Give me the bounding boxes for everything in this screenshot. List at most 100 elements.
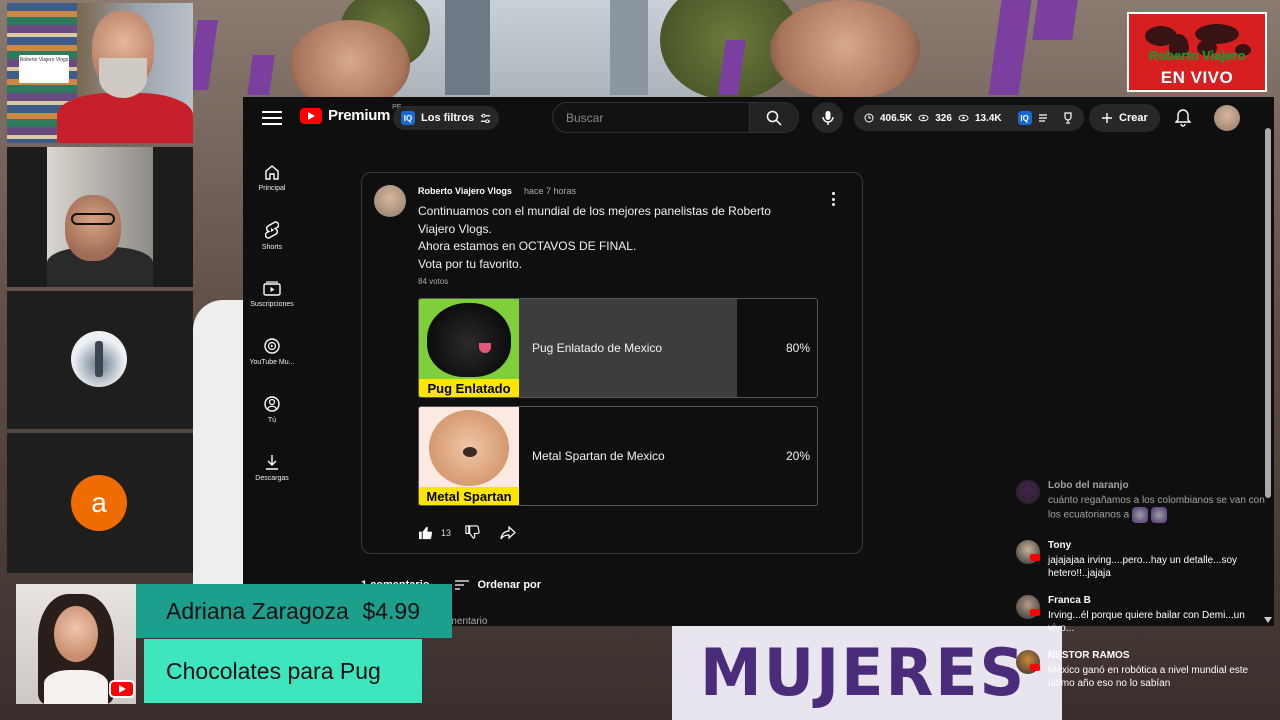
- sidebar-item-label: Descargas: [255, 475, 289, 482]
- webcam-guest-3: a: [7, 433, 193, 573]
- channel-stats: 406.5K 326 13.4K IQ: [854, 105, 1084, 131]
- chat-author: Franca B: [1048, 595, 1091, 606]
- sidebar-item-shorts[interactable]: Shorts: [243, 207, 301, 265]
- poll-image-caption: Metal Spartan: [419, 487, 519, 505]
- brand-name: Roberto Viajero: [1148, 48, 1246, 63]
- donation-amount: $4.99: [362, 597, 420, 624]
- stat-views: 406.5K: [880, 112, 913, 124]
- webcam-host: Roberto Viajero Vlogs: [7, 3, 193, 143]
- create-button[interactable]: Crear: [1089, 104, 1160, 132]
- chat-text: jajajajaa irving....pero...hay un detall…: [1048, 555, 1237, 579]
- extension-icon: IQ: [401, 111, 415, 125]
- eye-icon: [958, 114, 969, 122]
- chat-author: NESTOR RAMOS: [1048, 650, 1130, 661]
- filters-label: Los filtros: [421, 112, 475, 124]
- webcam-guest-1: [7, 147, 193, 287]
- chat-text: Irving...él porque quiere bailar con Dem…: [1048, 610, 1245, 634]
- poll-image-caption: Pug Enlatado: [419, 379, 519, 397]
- post-text-line: Viajero Vlogs.: [418, 221, 492, 236]
- sidebar-item-youtube-music[interactable]: YouTube Mu...: [243, 323, 301, 381]
- emoji-icon: [1151, 507, 1168, 523]
- post-text-line: Vota por tu favorito.: [418, 256, 523, 271]
- voice-search-button[interactable]: [812, 102, 843, 133]
- live-label: EN VIVO: [1160, 68, 1234, 87]
- subscriptions-icon: [263, 281, 281, 296]
- sidebar-item-home[interactable]: Principal: [243, 149, 301, 207]
- sort-button[interactable]: Ordenar por: [455, 579, 541, 591]
- webcam-guest-2: [7, 291, 193, 429]
- account-avatar[interactable]: [1214, 105, 1240, 131]
- poll-option-image: Pug Enlatado: [419, 299, 519, 397]
- chat-avatar: [1016, 480, 1040, 504]
- like-icon[interactable]: [418, 525, 433, 540]
- donation-header: Adriana Zaragoza $4.99: [136, 584, 452, 638]
- sort-icon: [455, 580, 470, 590]
- poll-option[interactable]: Metal Spartan Metal Spartan de Mexico 20…: [418, 406, 818, 506]
- download-icon: [266, 455, 278, 470]
- notifications-bell-icon[interactable]: [1173, 107, 1193, 129]
- search-icon: [766, 110, 782, 126]
- youtube-premium-logo[interactable]: Premium PE: [300, 104, 401, 124]
- post-author[interactable]: Roberto Viajero Vlogs: [418, 186, 512, 196]
- filters-extension-button[interactable]: IQ Los filtros: [393, 106, 500, 130]
- donation-message: Chocolates para Pug: [144, 639, 422, 703]
- poll-option-image: Metal Spartan: [419, 407, 519, 505]
- sidebar-item-label: Suscripciones: [250, 301, 294, 308]
- tune-icon: [481, 113, 491, 123]
- youtube-logo-icon: [109, 680, 135, 698]
- donor-name: Adriana Zaragoza: [166, 597, 349, 624]
- sidebar-item-label: Shorts: [261, 244, 283, 251]
- search-button[interactable]: [749, 102, 799, 133]
- queue-icon[interactable]: [1038, 113, 1050, 123]
- webcam-host-sign: Roberto Viajero Vlogs: [19, 55, 69, 83]
- stat-watching: 326: [935, 112, 952, 124]
- youtube-music-icon: [264, 338, 280, 354]
- sidebar-item-you[interactable]: Tú: [243, 381, 301, 439]
- post-author-avatar[interactable]: [374, 185, 406, 217]
- share-icon[interactable]: [500, 525, 516, 540]
- more-options-icon[interactable]: [828, 191, 838, 207]
- eye-icon: [918, 114, 929, 122]
- super-chat-alert: Adriana Zaragoza $4.99 Chocolates para P…: [16, 584, 452, 704]
- poll-option-percent: 80%: [785, 341, 810, 355]
- post-text-line: Ahora estamos en OCTAVOS DE FINAL.: [418, 239, 637, 253]
- youtube-badge-icon: [1030, 664, 1040, 671]
- post-text-line: Continuamos con el mundial de los mejore…: [418, 204, 771, 218]
- sidebar-item-subscriptions[interactable]: Suscripciones: [243, 265, 301, 323]
- chat-text: México ganó en robótica a nivel mundial …: [1048, 665, 1249, 689]
- stat-likes: 13.4K: [974, 112, 1002, 124]
- youtube-logo-icon: [300, 107, 322, 124]
- post-time[interactable]: hace 7 horas: [524, 186, 576, 196]
- microphone-icon: [821, 110, 834, 125]
- letter-avatar: a: [71, 475, 127, 531]
- sidebar-item-label: Principal: [258, 185, 286, 192]
- chat-author: Lobo del naranjo: [1048, 480, 1129, 491]
- search-input[interactable]: Buscar: [552, 102, 749, 133]
- poll-option-label: Metal Spartan de Mexico: [532, 449, 665, 463]
- poll-option-percent: 20%: [785, 449, 810, 463]
- hamburger-menu-icon[interactable]: [260, 108, 284, 128]
- sort-label: Ordenar por: [477, 579, 542, 591]
- sidebar-item-downloads[interactable]: Descargas: [243, 439, 301, 497]
- trophy-icon[interactable]: [1062, 112, 1074, 124]
- poll-option[interactable]: Pug Enlatado Pug Enlatado de Mexico 80%: [418, 298, 818, 398]
- plus-icon: [1102, 113, 1112, 123]
- sidebar: Principal Shorts Suscripciones YouTube M…: [243, 149, 301, 497]
- protest-sign-text: MUJERES: [700, 634, 1027, 711]
- you-icon: [264, 396, 280, 412]
- like-count: 13: [441, 527, 452, 538]
- post-actions: 13: [418, 525, 516, 540]
- dislike-icon[interactable]: [465, 525, 480, 540]
- youtube-badge-icon: [1030, 554, 1040, 561]
- statue-avatar: [71, 331, 127, 387]
- channel-live-logo: Roberto Viajero EN VIVO: [1127, 12, 1267, 92]
- clock-icon: [864, 113, 874, 123]
- extension-icon[interactable]: IQ: [1017, 111, 1032, 125]
- community-post: Roberto Viajero Vlogs hace 7 horas Conti…: [361, 172, 863, 554]
- sidebar-item-label: YouTube Mu...: [249, 359, 295, 366]
- donor-photo: [16, 584, 136, 704]
- post-text: Continuamos con el mundial de los mejore…: [418, 203, 818, 273]
- emoji-icon: [1132, 507, 1149, 523]
- create-label: Crear: [1119, 112, 1148, 124]
- protest-sign: MUJERES: [672, 622, 1062, 720]
